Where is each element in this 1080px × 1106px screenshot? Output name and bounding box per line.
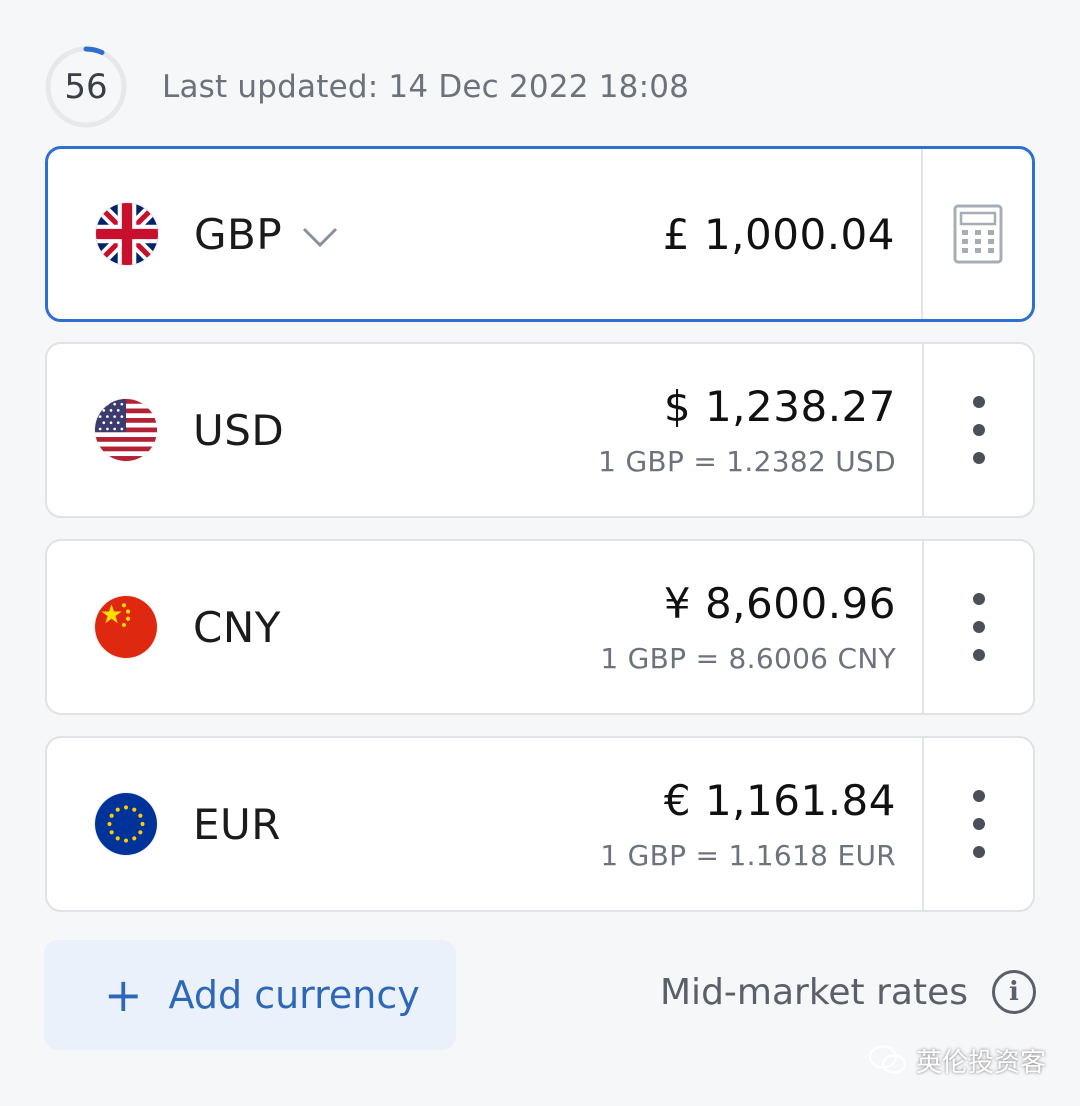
cn-flag-icon bbox=[95, 596, 157, 658]
base-currency-code[interactable]: GBP bbox=[194, 210, 282, 259]
base-currency-card: GBP £ 1,000.04 bbox=[45, 146, 1035, 322]
currency-row-cny[interactable]: CNY ¥ 8,600.96 1 GBP = 8.6006 CNY bbox=[45, 539, 1035, 715]
last-updated-text: Last updated: 14 Dec 2022 18:08 bbox=[162, 69, 690, 105]
base-amount-wrap: £ 1,000.04 bbox=[663, 149, 895, 319]
watermark: 英伦投资客 bbox=[868, 1038, 1046, 1082]
currency-row-eur[interactable]: EUR € 1,161.84 1 GBP = 1.1618 EUR bbox=[45, 736, 1035, 912]
exchange-rate: 1 GBP = 1.2382 USD bbox=[598, 445, 896, 478]
currency-row-usd[interactable]: USD $ 1,238.27 1 GBP = 1.2382 USD bbox=[45, 342, 1035, 518]
converted-amount[interactable]: € 1,161.84 bbox=[664, 776, 896, 825]
currency-row-main[interactable]: USD $ 1,238.27 1 GBP = 1.2382 USD bbox=[47, 344, 922, 516]
exchange-rate: 1 GBP = 8.6006 CNY bbox=[600, 642, 896, 675]
us-flag-icon bbox=[95, 399, 157, 461]
watermark-text: 英伦投资客 bbox=[915, 1047, 1046, 1078]
row-menu-button[interactable] bbox=[922, 738, 1033, 910]
more-vertical-icon bbox=[972, 396, 985, 464]
mid-market-label: Mid-market rates bbox=[660, 971, 968, 1013]
eu-flag-icon bbox=[95, 793, 157, 855]
currency-code: USD bbox=[193, 405, 285, 455]
row-menu-button[interactable] bbox=[922, 344, 1033, 516]
more-vertical-icon bbox=[972, 593, 985, 661]
converted-amount[interactable]: ¥ 8,600.96 bbox=[664, 579, 896, 628]
amount-wrap: ¥ 8,600.96 1 GBP = 8.6006 CNY bbox=[600, 541, 896, 713]
amount-wrap: $ 1,238.27 1 GBP = 1.2382 USD bbox=[598, 344, 896, 516]
row-menu-button[interactable] bbox=[922, 541, 1033, 713]
timer-seconds: 56 bbox=[64, 67, 108, 107]
info-icon[interactable]: i bbox=[992, 970, 1036, 1014]
more-vertical-icon bbox=[972, 790, 985, 858]
base-amount[interactable]: £ 1,000.04 bbox=[663, 210, 895, 259]
uk-flag-icon bbox=[96, 203, 158, 265]
plus-icon: + bbox=[104, 968, 143, 1022]
amount-wrap: € 1,161.84 1 GBP = 1.1618 EUR bbox=[600, 738, 896, 910]
rates-header: 56 Last updated: 14 Dec 2022 18:08 bbox=[44, 44, 1036, 130]
wechat-icon bbox=[868, 1045, 907, 1074]
currency-row-main[interactable]: EUR € 1,161.84 1 GBP = 1.1618 EUR bbox=[47, 738, 922, 910]
refresh-timer: 56 bbox=[44, 45, 128, 129]
calculator-icon bbox=[953, 204, 1002, 264]
converted-amount[interactable]: $ 1,238.27 bbox=[664, 382, 896, 431]
mid-market-rates-link[interactable]: Mid-market rates i bbox=[660, 962, 1036, 1022]
currency-row-main[interactable]: CNY ¥ 8,600.96 1 GBP = 8.6006 CNY bbox=[47, 541, 922, 713]
add-currency-label: Add currency bbox=[168, 973, 420, 1017]
add-currency-button[interactable]: + Add currency bbox=[44, 940, 456, 1050]
chevron-down-icon[interactable] bbox=[302, 226, 338, 248]
base-currency-input[interactable]: GBP £ 1,000.04 bbox=[48, 149, 921, 319]
calculator-button[interactable] bbox=[921, 149, 1032, 319]
currency-code: CNY bbox=[193, 602, 281, 652]
exchange-rate: 1 GBP = 1.1618 EUR bbox=[600, 839, 896, 872]
currency-code: EUR bbox=[193, 799, 281, 849]
